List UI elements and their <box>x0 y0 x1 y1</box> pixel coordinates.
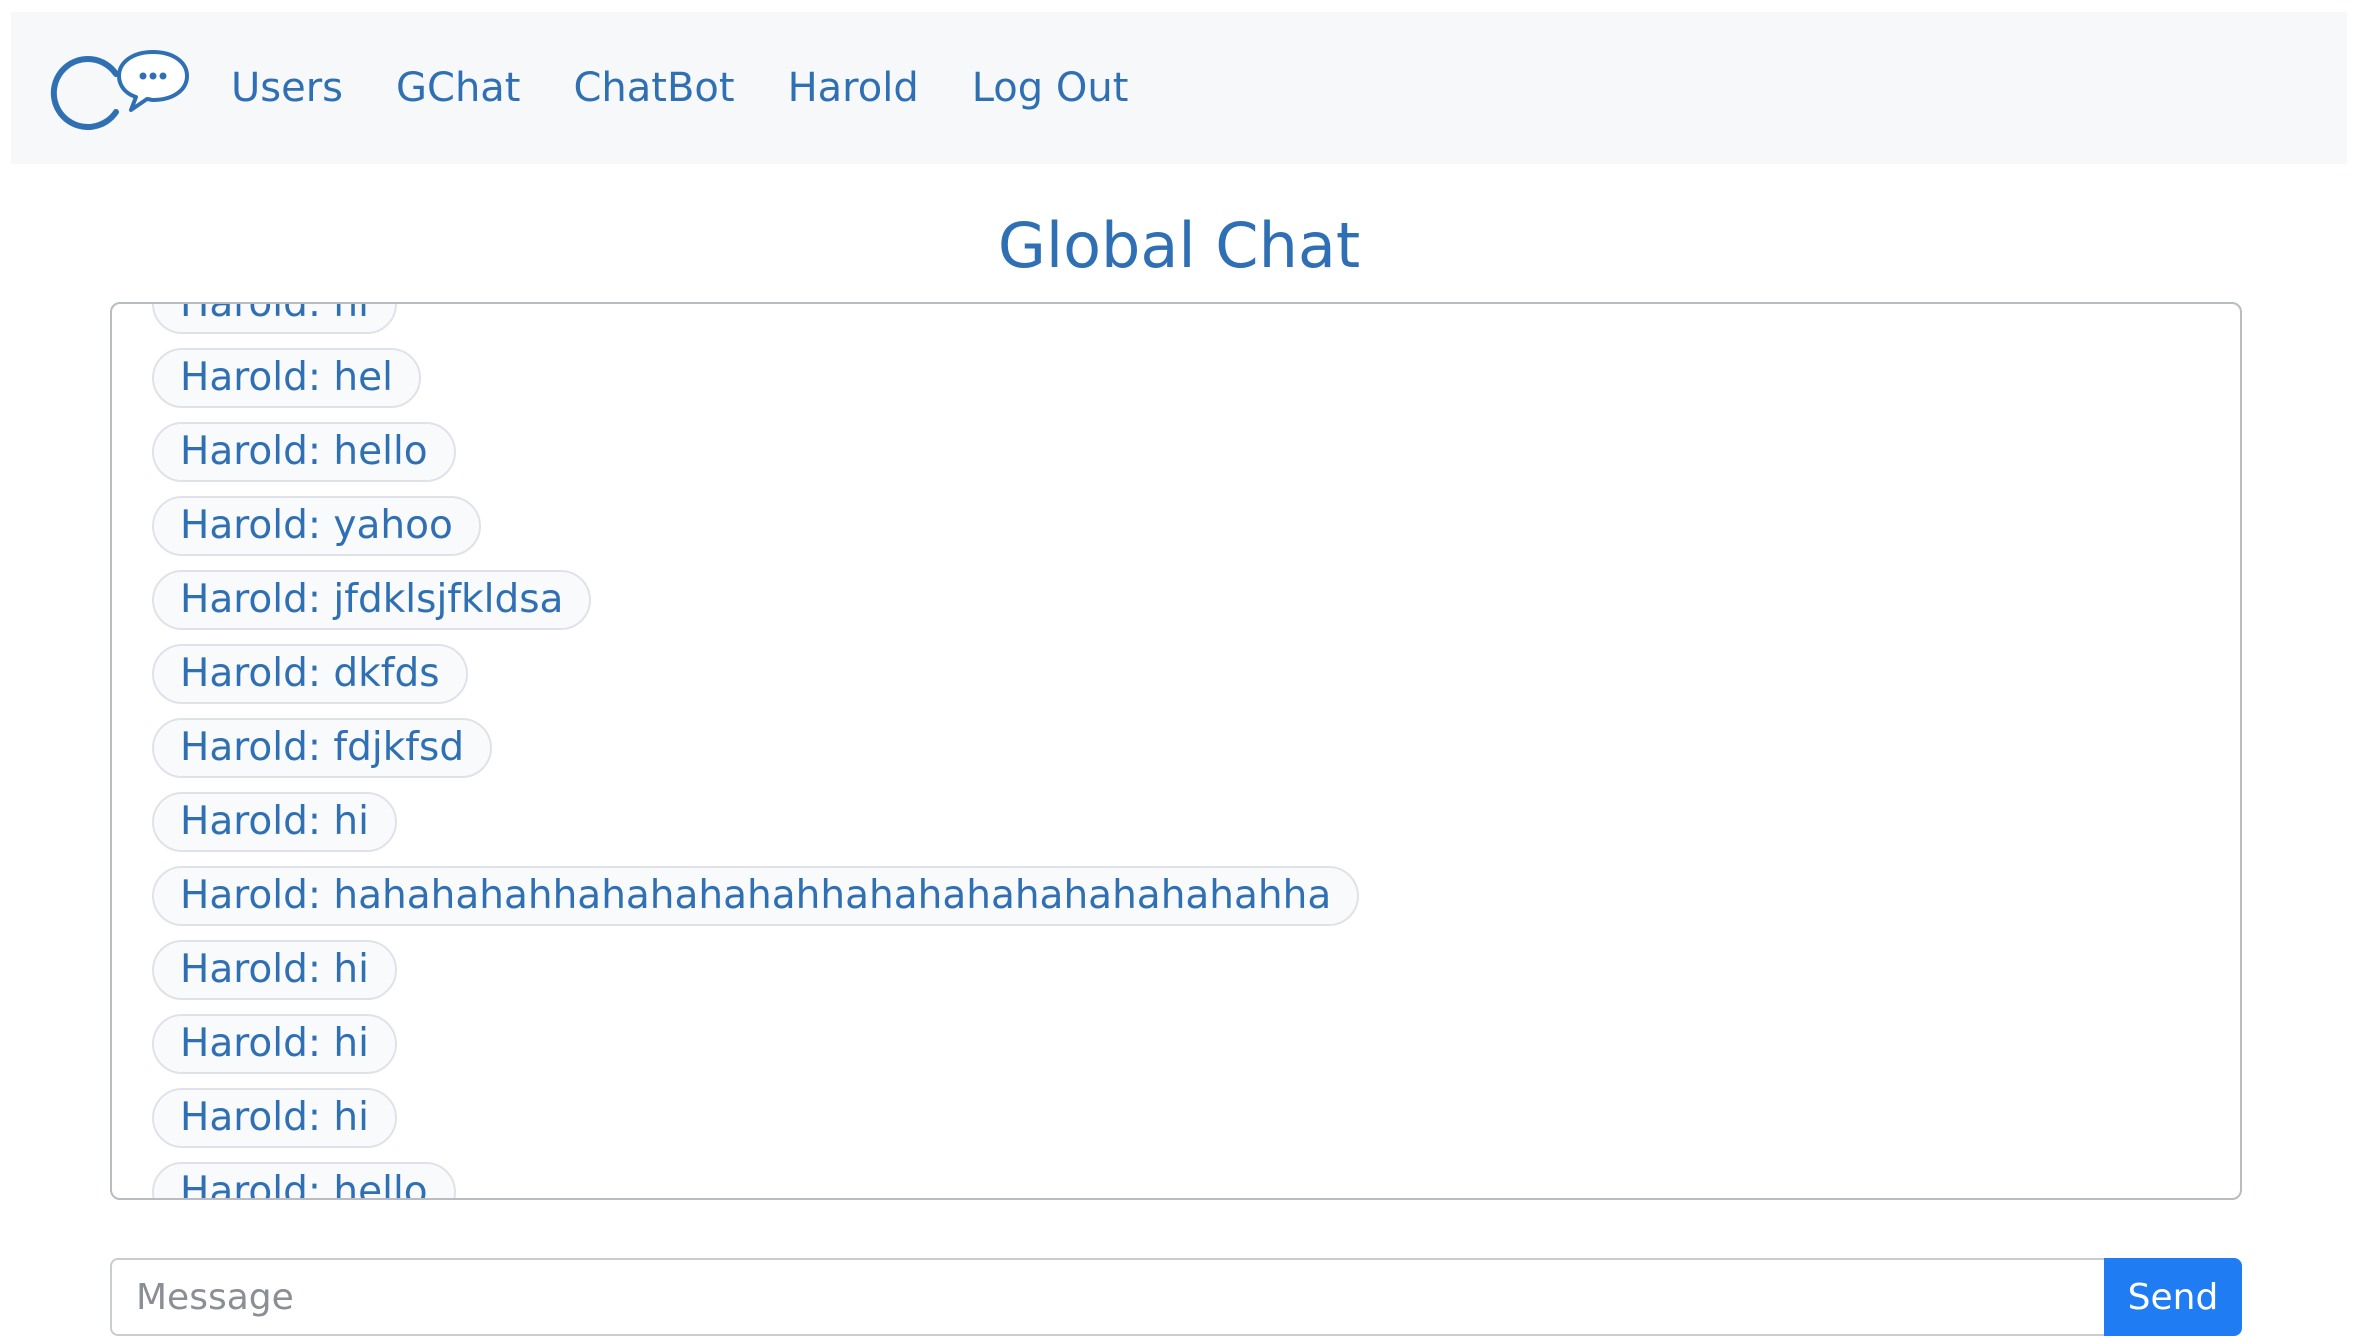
message-bubble: Harold: yahoo <box>152 496 481 556</box>
message-input[interactable] <box>110 1258 2104 1336</box>
nav-gchat[interactable]: GChat <box>396 65 520 111</box>
page-title: Global Chat <box>997 209 1361 282</box>
message-bubble: Harold: hello <box>152 422 456 482</box>
chat-messages-panel[interactable]: Harold: hi Harold: hel Harold: hello Har… <box>110 302 2242 1200</box>
message-bubble: Harold: hahahahahhahahahahahhahahahahaha… <box>152 866 1360 926</box>
nav-links: Users GChat ChatBot Harold Log Out <box>231 12 1181 164</box>
chat-bubble-logo-icon[interactable] <box>49 42 189 152</box>
message-bubble: Harold: hi <box>152 1088 397 1148</box>
message-bubble: Harold: hel <box>152 348 421 408</box>
message-bubble: Harold: hello <box>152 1162 456 1198</box>
nav-log-out[interactable]: Log Out <box>972 65 1129 111</box>
nav-users[interactable]: Users <box>231 65 343 111</box>
message-bubble: Harold: hi <box>152 1014 397 1074</box>
navbar: Users GChat ChatBot Harold Log Out <box>11 12 2347 164</box>
message-composer: Send <box>110 1258 2242 1336</box>
message-bubble: Harold: hi <box>152 304 397 334</box>
message-bubble: Harold: hi <box>152 792 397 852</box>
message-bubble: Harold: jfdklsjfkldsa <box>152 570 592 630</box>
message-bubble: Harold: fdjkfsd <box>152 718 493 778</box>
message-bubble: Harold: dkfds <box>152 644 468 704</box>
send-button[interactable]: Send <box>2104 1258 2242 1336</box>
message-list: Harold: hi Harold: hel Harold: hello Har… <box>152 304 2240 1198</box>
nav-chatbot[interactable]: ChatBot <box>574 65 735 111</box>
message-bubble: Harold: hi <box>152 940 397 1000</box>
nav-profile-harold[interactable]: Harold <box>788 65 919 111</box>
